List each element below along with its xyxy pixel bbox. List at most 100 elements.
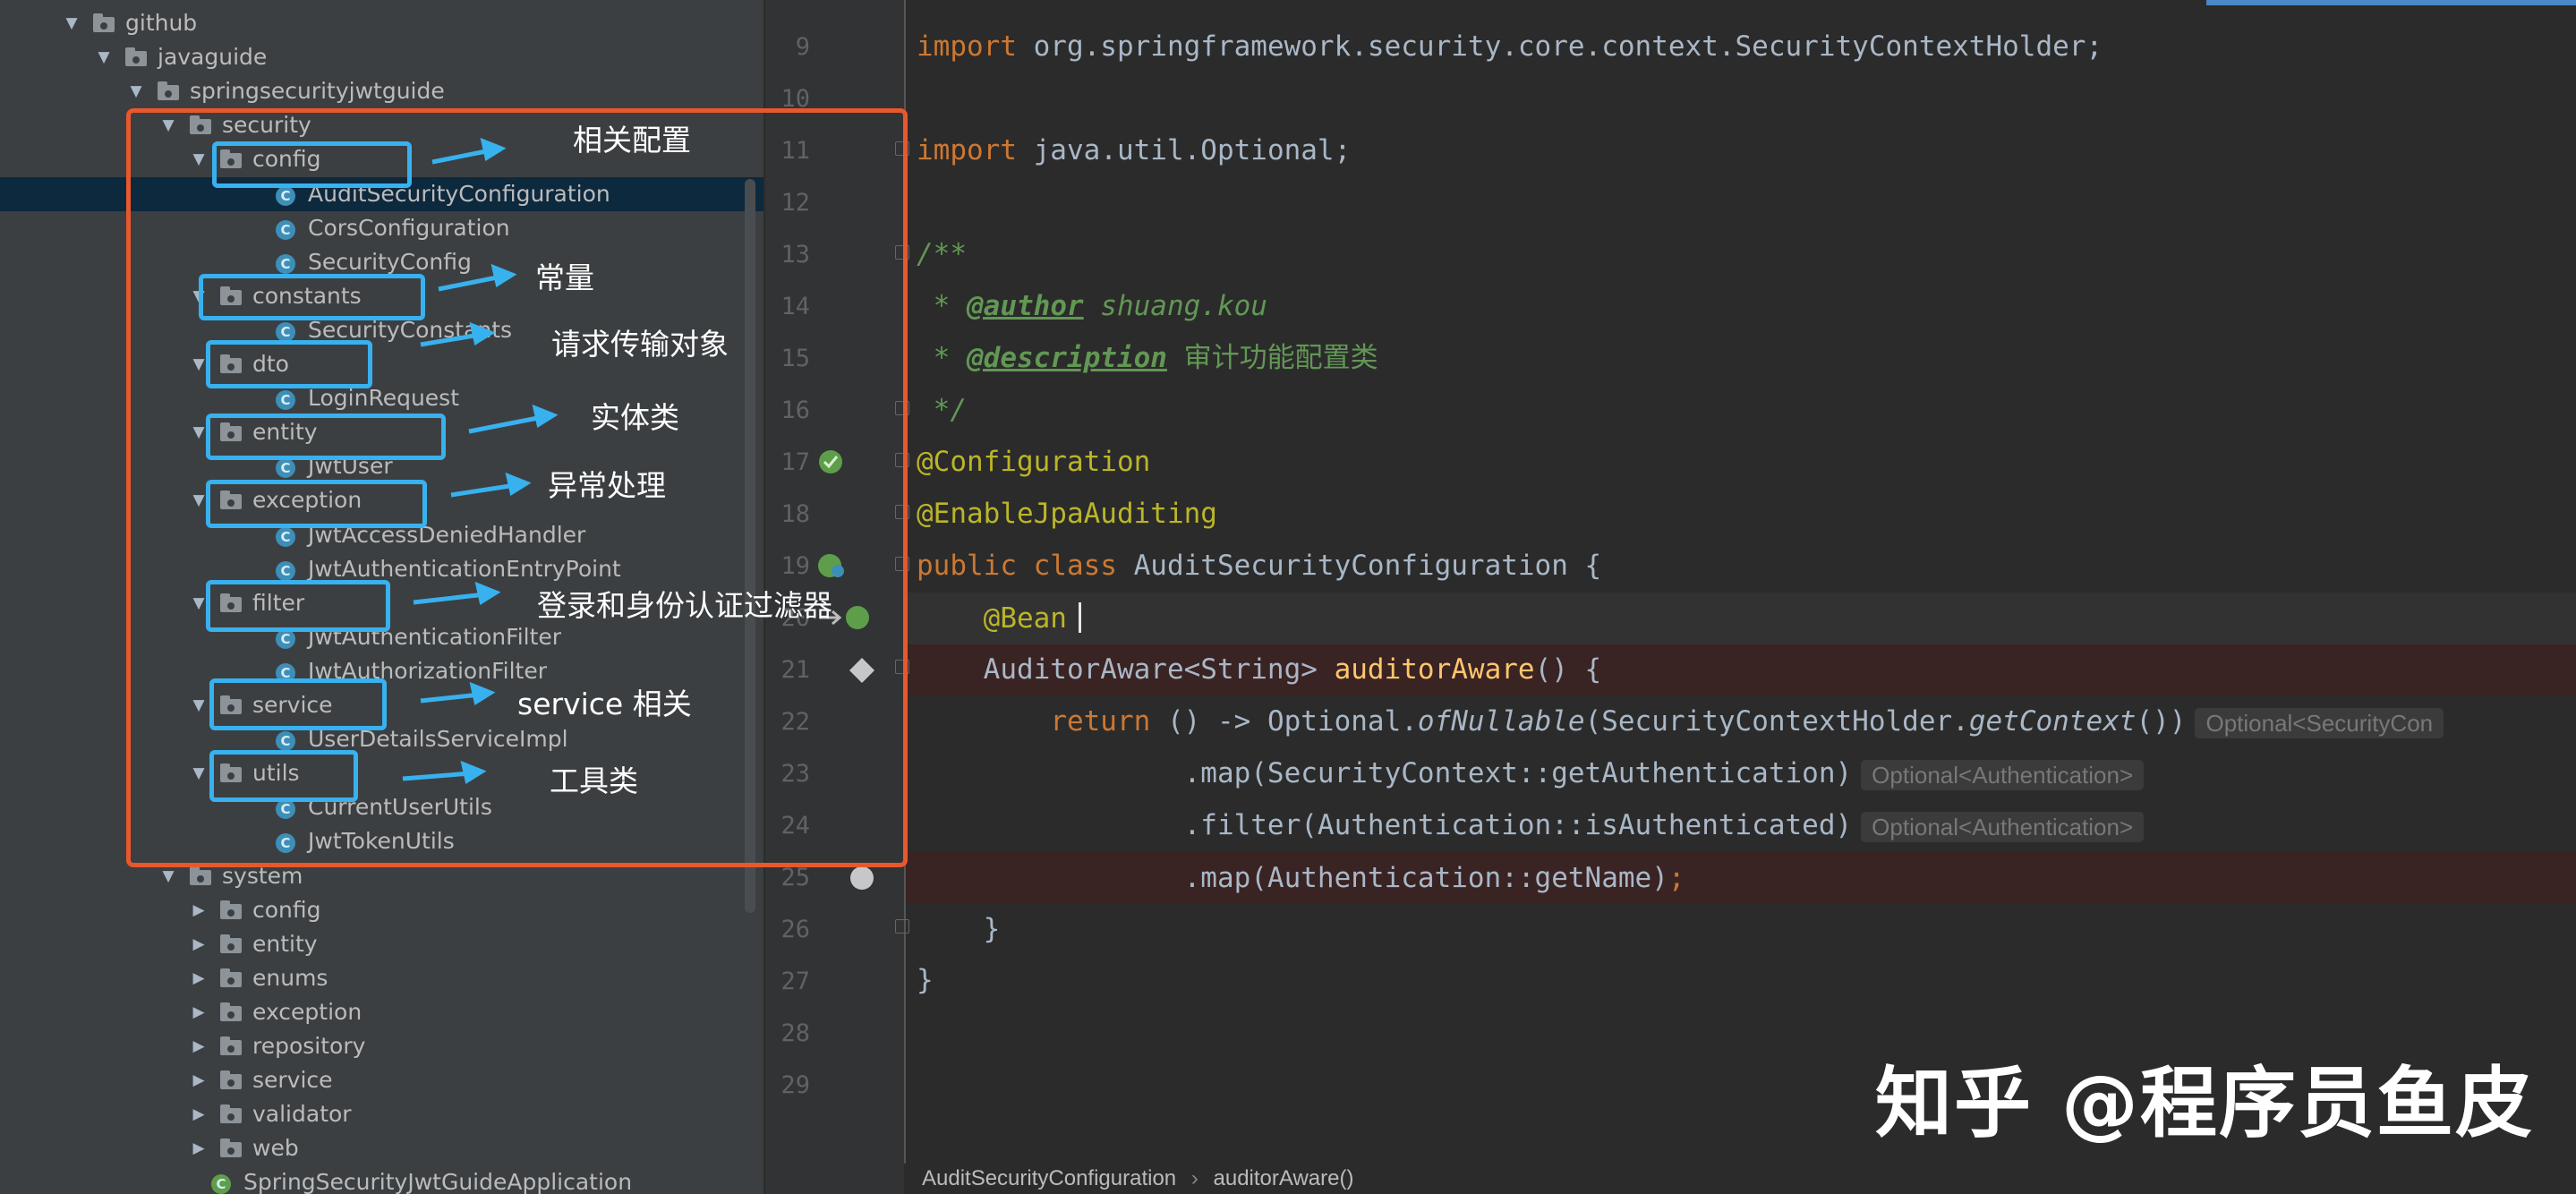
tree-item-label: service [252,1067,333,1093]
code-text: .map(SecurityContext::getAuthentication) [917,757,1853,789]
arrow-entity [468,414,543,434]
arrow-utils [402,771,472,781]
text-cursor [1079,602,1081,633]
keyword: ; [1668,862,1685,894]
code-text: () -> Optional. [1150,705,1418,738]
arrow-constants [438,274,502,292]
package-folder-icon [220,1002,242,1021]
code-line[interactable]: import java.util.Optional; [917,124,1351,176]
keyword: import [917,134,1017,166]
chevron-right-icon[interactable]: ▶ [190,893,208,927]
line-number[interactable]: 25 [770,864,810,891]
tree-folder-item[interactable]: ▶ exception [0,995,763,1029]
code-text: AuditorAware<String> [917,653,1335,686]
code-text: } [917,913,1001,945]
package-folder-icon [220,968,242,987]
tree-folder-item[interactable]: ▶ repository [0,1029,763,1063]
code-line[interactable]: AuditorAware<String> auditorAware() { [917,644,1602,695]
javadoc-tag: @description [967,342,1167,374]
fold-marker-icon[interactable] [895,919,909,934]
tree-item-label: enums [252,965,328,991]
breakpoint-icon[interactable] [849,865,875,891]
code-line[interactable]: import org.springframework.security.core… [917,21,2103,72]
tree-item-label: web [252,1135,299,1161]
comment-text: */ [917,394,967,426]
code-text: java.util.Optional; [1016,134,1352,166]
type-hint: Optional<Authentication> [1861,811,2145,842]
callout-utils: 工具类 [550,763,638,798]
code-line[interactable]: return () -> Optional.ofNullable(Securit… [917,695,2444,747]
tree-folder-item[interactable]: ▶ validator [0,1097,763,1131]
line-number[interactable]: 29 [770,1071,810,1099]
chevron-right-icon[interactable]: ▶ [190,1131,208,1165]
code-line[interactable]: @EnableJpaAuditing [917,488,1217,540]
static-method: ofNullable [1417,705,1585,738]
chevron-right-icon[interactable]: ▶ [190,995,208,1029]
breadcrumb-separator: › [1190,1166,1198,1190]
breadcrumb-method[interactable]: auditorAware() [1214,1166,1354,1190]
code-line[interactable]: @Configuration [917,436,1150,488]
chevron-right-icon[interactable]: ▶ [190,1097,208,1131]
callout-exception: 异常处理 [548,468,666,503]
breadcrumb-file[interactable]: AuditSecurityConfiguration [922,1166,1176,1190]
annotation-text: @Configuration [917,446,1151,478]
static-method: getContext [1968,705,2137,738]
keyword: import [917,30,1017,63]
code-line[interactable]: .map(Authentication::getName); [917,852,1685,904]
current-line-highlight [906,593,2576,644]
chevron-right-icon[interactable]: ▶ [190,1063,208,1097]
comment-text: * [917,290,967,322]
code-line[interactable]: } [917,903,1001,955]
code-line[interactable]: .filter(Authentication::isAuthenticated)… [917,799,2145,851]
code-line[interactable]: } [917,954,934,1006]
arrow-filter [413,592,486,605]
code-line[interactable]: */ [917,384,967,436]
type-hint: Optional<Authentication> [1861,759,2145,790]
line-number[interactable]: 26 [770,916,810,943]
package-folder-icon [220,934,242,953]
tree-folder-item[interactable]: ▶ entity [0,927,763,961]
code-line[interactable]: * @author shuang.kou [917,280,1267,332]
breadcrumb: AuditSecurityConfiguration › auditorAwar… [922,1164,1353,1194]
spring-app-class-icon: C [211,1174,231,1194]
code-line[interactable]: @Bean [917,593,1067,644]
code-line[interactable]: /** [917,228,967,280]
tree-folder-item[interactable]: ▶ service [0,1063,763,1097]
chevron-right-icon[interactable]: ▶ [190,961,208,995]
comment-text: 审计功能配置类 [1166,342,1378,374]
comment-text: * [917,342,967,374]
keyword: public class [917,550,1117,582]
callout-service: service 相关 [517,687,692,721]
code-text: ()) [2136,705,2187,738]
comment-text: /** [917,238,967,270]
package-folder-icon [220,1036,242,1055]
tree-item-label: exception [252,999,363,1025]
tree-folder-item[interactable]: ▶ web [0,1131,763,1165]
package-folder-icon [220,1104,242,1123]
line-number[interactable]: 28 [770,1019,810,1047]
callout-filter: 登录和身份认证过滤器 [537,588,832,623]
tree-item-label: SpringSecurityJwtGuideApplication [243,1169,633,1194]
chevron-right-icon[interactable]: ▶ [190,927,208,961]
tree-item-label: repository [252,1033,366,1059]
code-text: .filter(Authentication::isAuthenticated) [917,809,1853,841]
code-text: .map(Authentication::getName) [917,862,1668,894]
annotation-arrows [402,137,559,784]
code-text: () { [1534,653,1602,686]
package-folder-icon [190,866,211,885]
tree-class-item[interactable]: C SpringSecurityJwtGuideApplication [0,1165,763,1194]
code-line[interactable]: public class AuditSecurityConfiguration … [917,540,1601,592]
tree-folder-item[interactable]: ▶ config [0,893,763,927]
watermark: 知乎 @程序员鱼皮 [1875,1059,2534,1148]
code-text: org.springframework.security.core.contex… [1016,30,2103,63]
callout-constants: 常量 [535,260,594,295]
chevron-right-icon[interactable]: ▶ [190,1029,208,1063]
tree-folder-item[interactable]: ▶ enums [0,961,763,995]
line-number[interactable]: 27 [770,968,810,995]
code-line[interactable]: .map(SecurityContext::getAuthentication)… [917,747,2145,799]
code-line[interactable]: * @description 审计功能配置类 [917,332,1378,384]
code-text: } [917,964,934,996]
code-text: (SecurityContextHolder. [1584,705,1969,738]
callout-config: 相关配置 [573,123,691,158]
